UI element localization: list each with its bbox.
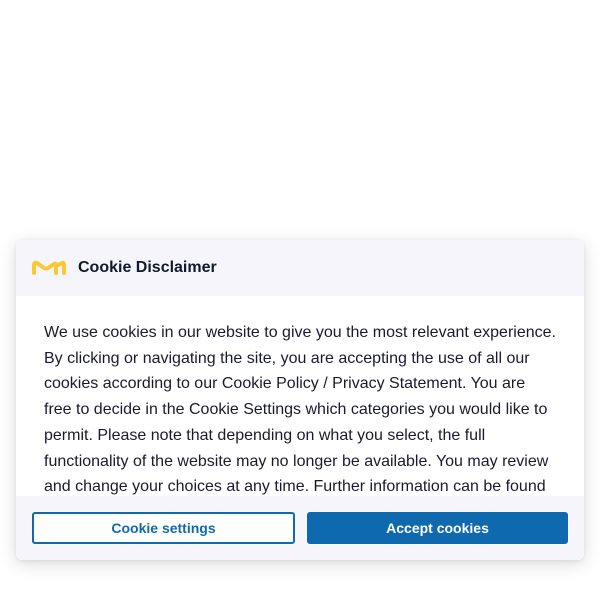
dialog-footer: Cookie settings Accept cookies — [16, 496, 584, 560]
cookie-dialog: Cookie Disclaimer We use cookies in our … — [16, 240, 584, 560]
dialog-title: Cookie Disclaimer — [78, 259, 217, 276]
accept-cookies-button[interactable]: Accept cookies — [307, 512, 568, 544]
cookie-disclaimer-text: We use cookies in our website to give yo… — [44, 324, 556, 496]
dialog-header: Cookie Disclaimer — [16, 240, 584, 296]
merck-m-logo-icon — [32, 260, 66, 275]
page: Cookie Disclaimer We use cookies in our … — [0, 0, 600, 600]
dialog-body[interactable]: We use cookies in our website to give yo… — [44, 320, 556, 496]
cookie-settings-button[interactable]: Cookie settings — [32, 512, 295, 544]
